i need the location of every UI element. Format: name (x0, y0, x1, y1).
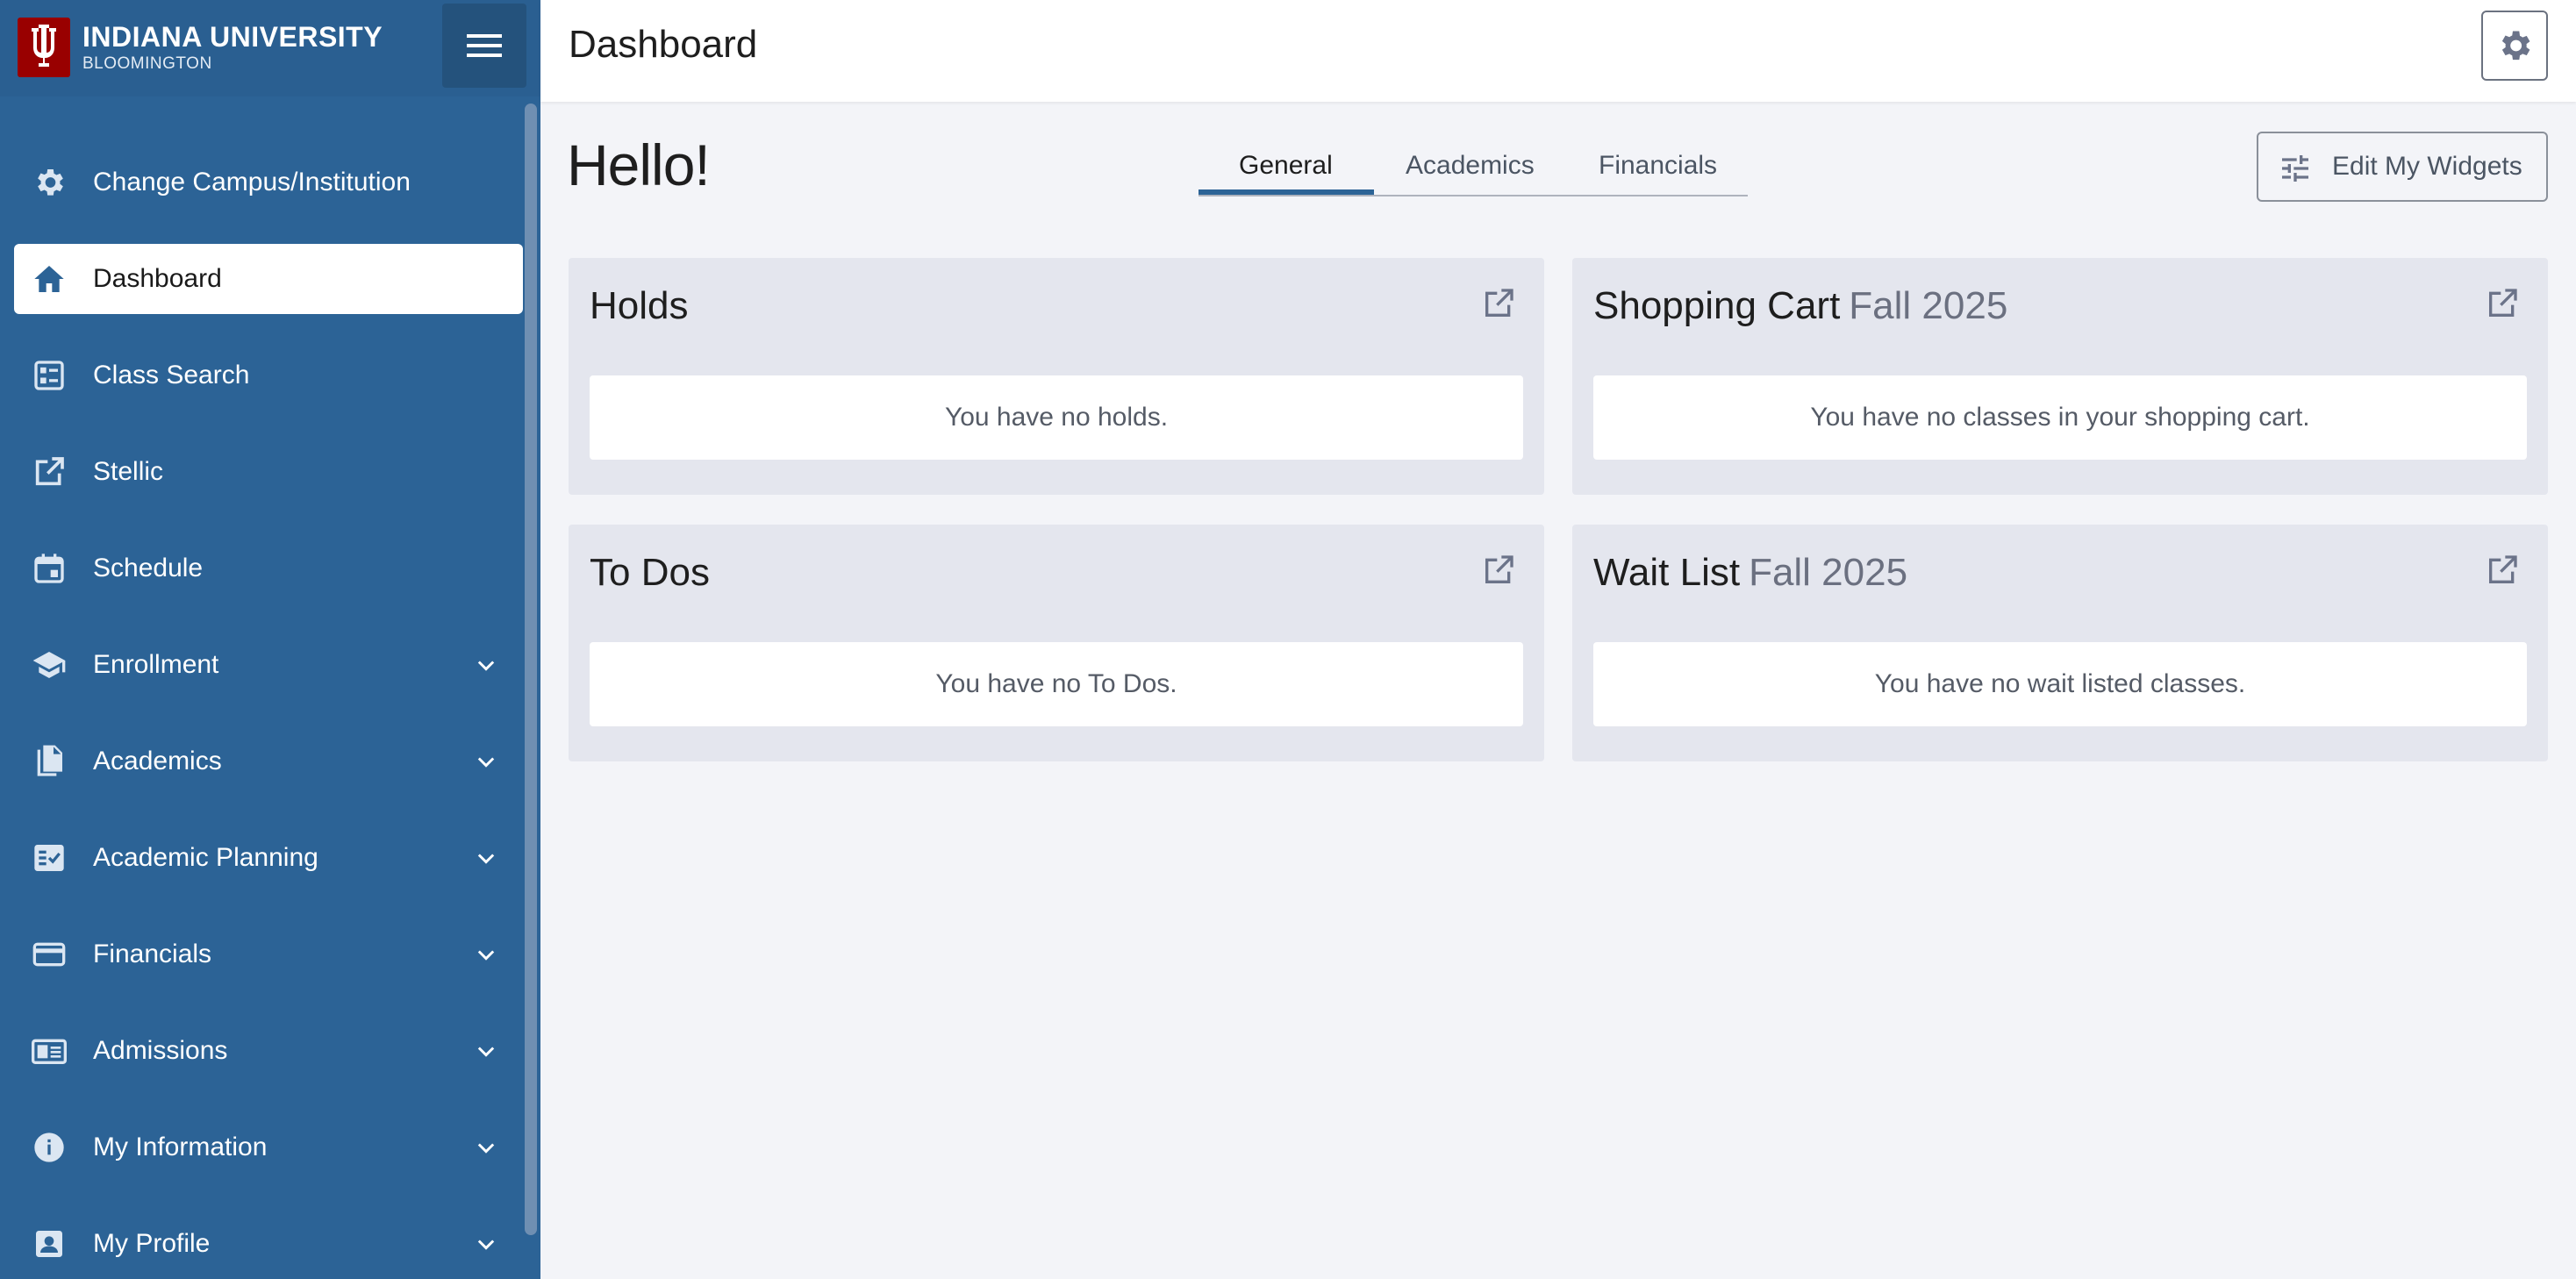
sidebar-item-dashboard[interactable]: Dashboard (14, 244, 523, 314)
card-title: Shopping Cart Fall 2025 (1593, 284, 2008, 327)
credit-card-icon (32, 942, 66, 967)
sidebar-item-academic-planning[interactable]: Academic Planning (14, 823, 523, 893)
gear-icon (2501, 31, 2530, 61)
holds-card: Holds You have no holds. (569, 258, 1544, 495)
chevron-down-icon (477, 1143, 495, 1154)
brand-campus: BLOOMINGTON (82, 54, 212, 73)
sidebar-item-financials[interactable]: Financials (14, 919, 523, 990)
tab-financials[interactable]: Financials (1599, 151, 1717, 181)
sidebar-item-label: Admissions (93, 1036, 228, 1065)
card-term: Fall 2025 (1849, 284, 2008, 327)
sidebar-item-change-campus[interactable]: Change Campus/Institution (14, 147, 523, 218)
sidebar-item-enrollment[interactable]: Enrollment (14, 630, 523, 700)
edit-widgets-label: Edit My Widgets (2332, 152, 2522, 181)
open-external-icon[interactable] (2485, 553, 2520, 588)
sidebar-item-label: Academics (93, 747, 222, 775)
shopping-cart-card: Shopping Cart Fall 2025 You have no class… (1572, 258, 2548, 495)
documents-icon (37, 745, 62, 776)
card-title: Wait List Fall 2025 (1593, 551, 1908, 594)
card-message: You have no classes in your shopping car… (1593, 375, 2527, 460)
id-card-icon (32, 1039, 67, 1064)
chevron-down-icon (477, 661, 495, 671)
sidebar-item-label: My Information (93, 1133, 268, 1161)
tab-academics[interactable]: Academics (1406, 151, 1535, 181)
graduation-cap-icon (32, 652, 66, 678)
top-header: Dashboard (540, 0, 2576, 102)
chevron-down-icon (477, 757, 495, 768)
sidebar-item-label: Enrollment (93, 650, 219, 679)
sidebar: INDIANA UNIVERSITY BLOOMINGTON Change Ca… (0, 0, 540, 1279)
sidebar-item-admissions[interactable]: Admissions (14, 1016, 523, 1086)
iu-trident-logo[interactable] (18, 18, 70, 77)
sidebar-item-my-information[interactable]: My Information (14, 1112, 523, 1183)
page-title: Dashboard (569, 23, 758, 66)
tab-general[interactable]: General (1239, 151, 1333, 181)
sidebar-item-label: Academic Planning (93, 843, 318, 872)
brand-header: INDIANA UNIVERSITY BLOOMINGTON (0, 0, 540, 96)
sidebar-item-academics[interactable]: Academics (14, 726, 523, 797)
hamburger-menu-button[interactable] (442, 4, 526, 88)
sidebar-item-label: Financials (93, 940, 212, 968)
card-message: You have no holds. (590, 375, 1523, 460)
hamburger-icon (467, 34, 502, 57)
wait-list-card: Wait List Fall 2025 You have no wait list… (1572, 525, 2548, 761)
sidebar-item-label: Stellic (93, 457, 164, 486)
calendar-icon (34, 554, 64, 583)
external-link-icon (35, 457, 64, 486)
open-external-icon[interactable] (1481, 286, 1516, 321)
open-external-icon[interactable] (1481, 553, 1516, 588)
sliders-icon (2282, 155, 2308, 182)
greeting: Hello! (567, 132, 711, 197)
sidebar-item-label: My Profile (93, 1229, 211, 1258)
active-tab-indicator (1199, 189, 1374, 195)
sidebar-item-my-profile[interactable]: My Profile (14, 1209, 523, 1279)
sidebar-item-stellic[interactable]: Stellic (14, 437, 523, 507)
sidebar-item-label: Dashboard (93, 264, 222, 293)
chevron-down-icon (477, 950, 495, 961)
card-message: You have no wait listed classes. (1593, 642, 2527, 726)
sidebar-item-class-search[interactable]: Class Search (14, 340, 523, 411)
to-dos-card: To Dos You have no To Dos. (569, 525, 1544, 761)
brand-name: INDIANA UNIVERSITY (82, 21, 383, 53)
card-title: To Dos (590, 551, 710, 594)
sidebar-item-schedule[interactable]: Schedule (14, 533, 523, 604)
chevron-down-icon (477, 1047, 495, 1057)
home-icon (34, 266, 64, 292)
gear-icon (38, 169, 63, 196)
dashboard-tabs: General Academics Financials (1199, 140, 1748, 196)
info-icon (34, 1133, 64, 1162)
chevron-down-icon (477, 854, 495, 864)
sidebar-item-label: Change Campus/Institution (93, 168, 411, 196)
profile-icon (36, 1231, 62, 1257)
edit-widgets-button[interactable]: Edit My Widgets (2257, 132, 2548, 202)
settings-button[interactable] (2481, 11, 2548, 81)
card-message: You have no To Dos. (590, 642, 1523, 726)
checklist-icon (34, 845, 64, 871)
sidebar-item-label: Schedule (93, 554, 204, 582)
card-term: Fall 2025 (1749, 551, 1908, 594)
card-title: Holds (590, 284, 689, 327)
class-search-icon (34, 361, 64, 390)
open-external-icon[interactable] (2485, 286, 2520, 321)
sidebar-scrollbar[interactable] (525, 104, 537, 1235)
sidebar-item-label: Class Search (93, 361, 250, 389)
chevron-down-icon (477, 1240, 495, 1250)
